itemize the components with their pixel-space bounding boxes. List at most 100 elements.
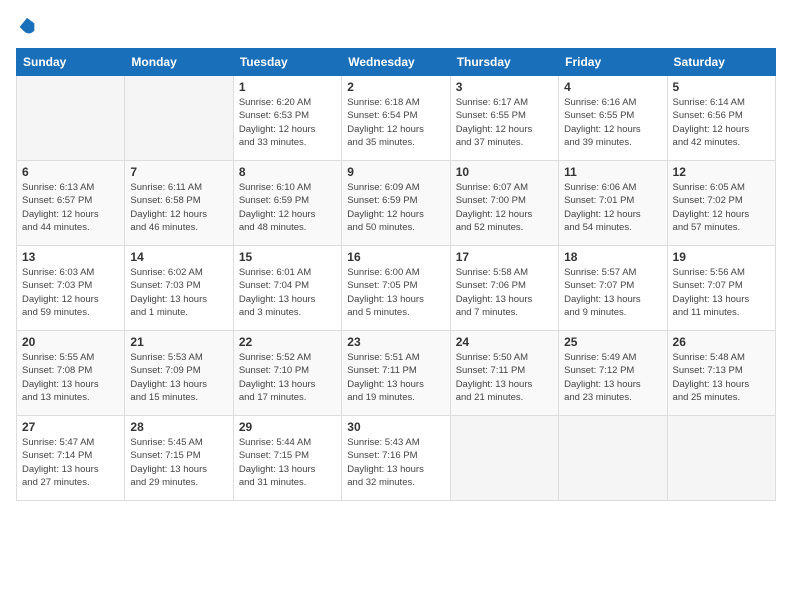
calendar-cell: 8 Sunrise: 6:10 AM Sunset: 6:59 PM Daylig… — [233, 161, 341, 246]
weekday-header-wednesday: Wednesday — [342, 49, 450, 76]
weekday-header-saturday: Saturday — [667, 49, 775, 76]
day-info: Sunrise: 6:02 AM Sunset: 7:03 PM Dayligh… — [130, 266, 227, 319]
calendar-cell: 5 Sunrise: 6:14 AM Sunset: 6:56 PM Daylig… — [667, 76, 775, 161]
weekday-header-tuesday: Tuesday — [233, 49, 341, 76]
calendar-cell: 2 Sunrise: 6:18 AM Sunset: 6:54 PM Daylig… — [342, 76, 450, 161]
day-number: 5 — [673, 80, 770, 94]
day-info: Sunrise: 6:01 AM Sunset: 7:04 PM Dayligh… — [239, 266, 336, 319]
day-info: Sunrise: 6:20 AM Sunset: 6:53 PM Dayligh… — [239, 96, 336, 149]
week-row-5: 27 Sunrise: 5:47 AM Sunset: 7:14 PM Dayli… — [17, 416, 776, 501]
weekday-header-sunday: Sunday — [17, 49, 125, 76]
calendar-cell: 15 Sunrise: 6:01 AM Sunset: 7:04 PM Dayli… — [233, 246, 341, 331]
calendar-cell: 24 Sunrise: 5:50 AM Sunset: 7:11 PM Dayli… — [450, 331, 558, 416]
day-number: 8 — [239, 165, 336, 179]
day-info: Sunrise: 5:53 AM Sunset: 7:09 PM Dayligh… — [130, 351, 227, 404]
day-number: 10 — [456, 165, 553, 179]
day-info: Sunrise: 5:57 AM Sunset: 7:07 PM Dayligh… — [564, 266, 661, 319]
day-number: 24 — [456, 335, 553, 349]
day-info: Sunrise: 5:52 AM Sunset: 7:10 PM Dayligh… — [239, 351, 336, 404]
calendar-cell: 11Sunrise: 6:06 AM Sunset: 7:01 PM Dayli… — [559, 161, 667, 246]
day-number: 21 — [130, 335, 227, 349]
calendar-cell: 14 Sunrise: 6:02 AM Sunset: 7:03 PM Dayli… — [125, 246, 233, 331]
day-number: 20 — [22, 335, 119, 349]
day-number: 22 — [239, 335, 336, 349]
day-number: 14 — [130, 250, 227, 264]
day-number: 26 — [673, 335, 770, 349]
day-info: Sunrise: 5:50 AM Sunset: 7:11 PM Dayligh… — [456, 351, 553, 404]
calendar-cell: 10 Sunrise: 6:07 AM Sunset: 7:00 PM Dayli… — [450, 161, 558, 246]
day-info: Sunrise: 5:48 AM Sunset: 7:13 PM Dayligh… — [673, 351, 770, 404]
logo-icon — [16, 16, 38, 38]
calendar-cell — [450, 416, 558, 501]
weekday-header-monday: Monday — [125, 49, 233, 76]
day-info: Sunrise: 5:44 AM Sunset: 7:15 PM Dayligh… — [239, 436, 336, 489]
day-info: Sunrise: 6:16 AM Sunset: 6:55 PM Dayligh… — [564, 96, 661, 149]
calendar-cell: 25 Sunrise: 5:49 AM Sunset: 7:12 PM Dayli… — [559, 331, 667, 416]
calendar-cell: 29 Sunrise: 5:44 AM Sunset: 7:15 PM Dayli… — [233, 416, 341, 501]
day-number: 15 — [239, 250, 336, 264]
day-info: Sunrise: 6:18 AM Sunset: 6:54 PM Dayligh… — [347, 96, 444, 149]
header — [16, 16, 776, 38]
calendar-cell — [667, 416, 775, 501]
calendar: SundayMondayTuesdayWednesdayThursdayFrid… — [16, 48, 776, 501]
day-info: Sunrise: 5:43 AM Sunset: 7:16 PM Dayligh… — [347, 436, 444, 489]
day-info: Sunrise: 6:11 AM Sunset: 6:58 PM Dayligh… — [130, 181, 227, 234]
weekday-header-thursday: Thursday — [450, 49, 558, 76]
week-row-3: 13 Sunrise: 6:03 AM Sunset: 7:03 PM Dayli… — [17, 246, 776, 331]
logo — [16, 16, 40, 38]
calendar-cell: 23 Sunrise: 5:51 AM Sunset: 7:11 PM Dayli… — [342, 331, 450, 416]
calendar-cell: 13 Sunrise: 6:03 AM Sunset: 7:03 PM Dayli… — [17, 246, 125, 331]
day-number: 6 — [22, 165, 119, 179]
calendar-cell: 17 Sunrise: 5:58 AM Sunset: 7:06 PM Dayli… — [450, 246, 558, 331]
calendar-cell: 3 Sunrise: 6:17 AM Sunset: 6:55 PM Daylig… — [450, 76, 558, 161]
day-number: 12 — [673, 165, 770, 179]
calendar-cell — [125, 76, 233, 161]
day-number: 1 — [239, 80, 336, 94]
day-number: 4 — [564, 80, 661, 94]
day-info: Sunrise: 5:49 AM Sunset: 7:12 PM Dayligh… — [564, 351, 661, 404]
day-number: 16 — [347, 250, 444, 264]
calendar-cell: 4 Sunrise: 6:16 AM Sunset: 6:55 PM Daylig… — [559, 76, 667, 161]
day-number: 23 — [347, 335, 444, 349]
calendar-cell: 21 Sunrise: 5:53 AM Sunset: 7:09 PM Dayli… — [125, 331, 233, 416]
day-number: 3 — [456, 80, 553, 94]
day-number: 2 — [347, 80, 444, 94]
calendar-cell: 28 Sunrise: 5:45 AM Sunset: 7:15 PM Dayli… — [125, 416, 233, 501]
calendar-cell: 19Sunrise: 5:56 AM Sunset: 7:07 PM Dayli… — [667, 246, 775, 331]
day-info: Sunrise: 6:00 AM Sunset: 7:05 PM Dayligh… — [347, 266, 444, 319]
calendar-cell: 7Sunrise: 6:11 AM Sunset: 6:58 PM Daylig… — [125, 161, 233, 246]
calendar-cell: 16 Sunrise: 6:00 AM Sunset: 7:05 PM Dayli… — [342, 246, 450, 331]
calendar-cell: 26 Sunrise: 5:48 AM Sunset: 7:13 PM Dayli… — [667, 331, 775, 416]
day-number: 30 — [347, 420, 444, 434]
day-info: Sunrise: 5:45 AM Sunset: 7:15 PM Dayligh… — [130, 436, 227, 489]
day-number: 25 — [564, 335, 661, 349]
calendar-cell: 1 Sunrise: 6:20 AM Sunset: 6:53 PM Daylig… — [233, 76, 341, 161]
week-row-4: 20Sunrise: 5:55 AM Sunset: 7:08 PM Dayli… — [17, 331, 776, 416]
day-number: 19 — [673, 250, 770, 264]
day-info: Sunrise: 6:17 AM Sunset: 6:55 PM Dayligh… — [456, 96, 553, 149]
day-number: 27 — [22, 420, 119, 434]
day-info: Sunrise: 6:14 AM Sunset: 6:56 PM Dayligh… — [673, 96, 770, 149]
day-number: 13 — [22, 250, 119, 264]
day-number: 29 — [239, 420, 336, 434]
day-info: Sunrise: 6:07 AM Sunset: 7:00 PM Dayligh… — [456, 181, 553, 234]
weekday-header-row: SundayMondayTuesdayWednesdayThursdayFrid… — [17, 49, 776, 76]
day-number: 18 — [564, 250, 661, 264]
calendar-cell: 9Sunrise: 6:09 AM Sunset: 6:59 PM Daylig… — [342, 161, 450, 246]
weekday-header-friday: Friday — [559, 49, 667, 76]
day-number: 9 — [347, 165, 444, 179]
calendar-cell: 30 Sunrise: 5:43 AM Sunset: 7:16 PM Dayli… — [342, 416, 450, 501]
calendar-cell — [559, 416, 667, 501]
day-info: Sunrise: 6:13 AM Sunset: 6:57 PM Dayligh… — [22, 181, 119, 234]
day-number: 11 — [564, 165, 661, 179]
calendar-cell: 22 Sunrise: 5:52 AM Sunset: 7:10 PM Dayli… — [233, 331, 341, 416]
week-row-1: 1 Sunrise: 6:20 AM Sunset: 6:53 PM Daylig… — [17, 76, 776, 161]
day-number: 17 — [456, 250, 553, 264]
day-info: Sunrise: 5:47 AM Sunset: 7:14 PM Dayligh… — [22, 436, 119, 489]
day-info: Sunrise: 6:10 AM Sunset: 6:59 PM Dayligh… — [239, 181, 336, 234]
day-info: Sunrise: 6:03 AM Sunset: 7:03 PM Dayligh… — [22, 266, 119, 319]
day-number: 28 — [130, 420, 227, 434]
day-info: Sunrise: 5:58 AM Sunset: 7:06 PM Dayligh… — [456, 266, 553, 319]
day-info: Sunrise: 5:51 AM Sunset: 7:11 PM Dayligh… — [347, 351, 444, 404]
calendar-cell: 27 Sunrise: 5:47 AM Sunset: 7:14 PM Dayli… — [17, 416, 125, 501]
